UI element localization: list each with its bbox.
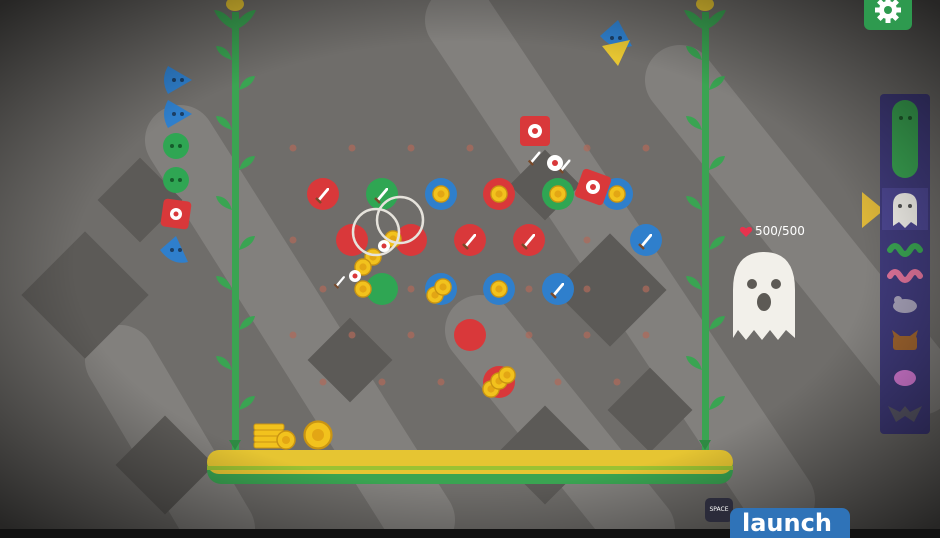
green-circle-piece	[163, 167, 189, 193]
red-square-piece	[160, 198, 192, 230]
launch-button[interactable]: launch	[730, 508, 850, 538]
enemy-hp-text: 500/500	[755, 224, 805, 238]
settings-button[interactable]	[864, 0, 912, 30]
queue-pink-blob	[894, 370, 916, 386]
bottom-platform	[207, 450, 733, 484]
ghost-enemy[interactable]	[733, 252, 795, 340]
game-board[interactable]	[0, 0, 940, 538]
heart-icon	[739, 226, 753, 237]
space-key-badge: SPACE	[705, 498, 733, 522]
enemy-queue-panel	[880, 94, 930, 434]
green-circle-piece	[163, 133, 189, 159]
queue-ghost	[893, 193, 917, 228]
game-scene: 500/500 SPACE launch	[0, 0, 940, 538]
queue-green-pickle	[892, 100, 918, 178]
gear-icon	[875, 0, 901, 23]
